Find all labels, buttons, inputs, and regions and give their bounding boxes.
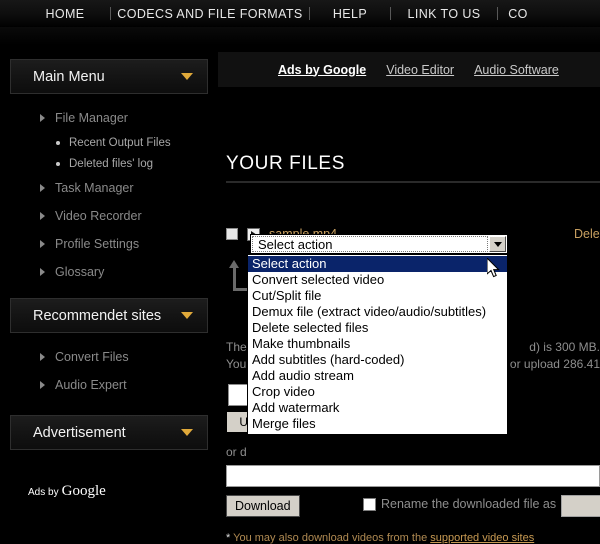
file-delete-link[interactable]: Delete: [574, 227, 600, 241]
page-title: YOUR FILES: [226, 153, 345, 174]
option-crop-video[interactable]: Crop video: [248, 384, 507, 400]
sidebar-panel-title: Advertisement: [33, 424, 126, 441]
sidebar-panel-header-recommended-sites[interactable]: Recommendet sites: [10, 298, 208, 333]
google-ads-bar: Ads by Google Video Editor Audio Softwar…: [218, 52, 600, 87]
chevron-right-icon: [40, 353, 45, 361]
rename-checkbox[interactable]: [363, 498, 376, 511]
footnote-text: You may also download videos from the: [233, 532, 431, 544]
sidebar-item-label: Task Manager: [55, 181, 134, 195]
sidebar-item-label: Glossary: [55, 265, 105, 279]
nav-item-home[interactable]: HOME: [20, 0, 110, 27]
supported-video-sites-link[interactable]: supported video sites: [430, 532, 534, 544]
chevron-right-icon: [40, 268, 45, 276]
option-delete-selected-files[interactable]: Delete selected files: [248, 320, 507, 336]
video-url-input[interactable]: [226, 465, 600, 487]
option-add-audio-stream[interactable]: Add audio stream: [248, 368, 507, 384]
footnote-asterisk: *: [226, 532, 231, 544]
title-divider: [226, 181, 600, 183]
sidebar-item-convert-files[interactable]: Convert Files: [0, 343, 218, 371]
sidebar-subitem-recent-output-files[interactable]: Recent Output Files: [0, 132, 218, 153]
nav-item-link-to-us[interactable]: LINK TO US: [391, 0, 497, 27]
nav-shadow: [0, 27, 600, 45]
sidebar-item-label: Profile Settings: [55, 237, 140, 251]
chevron-right-icon: [40, 114, 45, 122]
sidebar-menu-main: File Manager Recent Output Files Deleted…: [0, 104, 218, 286]
chevron-right-icon: [40, 212, 45, 220]
sidebar-panel-header-advertisement[interactable]: Advertisement: [10, 415, 208, 450]
file-select-checkbox[interactable]: [226, 228, 238, 240]
sidebar-item-glossary[interactable]: Glossary: [0, 258, 218, 286]
sidebar-item-label: File Manager: [55, 111, 128, 125]
bullet-icon: [56, 161, 60, 166]
chevron-right-icon: [40, 381, 45, 389]
ads-by-label: Ads by: [28, 487, 59, 498]
action-select-value[interactable]: Select action: [252, 236, 488, 252]
nav-item-help[interactable]: HELP: [310, 0, 390, 27]
sidebar-panel-header-main-menu[interactable]: Main Menu: [10, 59, 208, 94]
ad-link-ads-by-google[interactable]: Ads by Google: [278, 63, 366, 77]
sidebar-item-label: Convert Files: [55, 350, 129, 364]
sidebar-menu-recommended: Convert Files Audio Expert: [0, 343, 218, 399]
rename-input[interactable]: [561, 495, 600, 517]
sidebar-item-label: Audio Expert: [55, 378, 127, 392]
nav-item-contact[interactable]: CO: [498, 0, 538, 27]
or-download-label: or d: [226, 445, 247, 459]
sidebar-subitem-label: Deleted files' log: [69, 157, 154, 170]
ad-link-video-editor[interactable]: Video Editor: [386, 63, 454, 77]
rename-label: Rename the downloaded file as: [381, 497, 557, 511]
sidebar: Main Menu File Manager Recent Output Fil…: [0, 45, 218, 511]
chevron-right-icon: [40, 240, 45, 248]
chevron-down-icon[interactable]: [181, 73, 193, 80]
sidebar-panel-title: Recommendet sites: [33, 307, 162, 324]
sidebar-subitem-deleted-files-log[interactable]: Deleted files' log: [0, 153, 218, 174]
upload-info-line-2-right: or upload 286.41: [509, 357, 600, 371]
bullet-icon: [56, 140, 60, 145]
action-select[interactable]: Select action: [250, 234, 508, 254]
sidebar-item-audio-expert[interactable]: Audio Expert: [0, 371, 218, 399]
google-wordmark: Google: [61, 483, 106, 499]
chevron-down-icon[interactable]: [489, 236, 506, 252]
sidebar-subitem-label: Recent Output Files: [69, 136, 171, 149]
option-cut-split-file[interactable]: Cut/Split file: [248, 288, 507, 304]
sidebar-item-task-manager[interactable]: Task Manager: [0, 174, 218, 202]
option-demux-file[interactable]: Demux file (extract video/audio/subtitle…: [248, 304, 507, 320]
sidebar-item-file-manager[interactable]: File Manager: [0, 104, 218, 132]
footnote: * You may also download videos from the …: [226, 532, 534, 544]
chevron-right-icon: [40, 184, 45, 192]
chevron-down-icon[interactable]: [181, 429, 193, 436]
chevron-down-icon[interactable]: [181, 312, 193, 319]
option-add-subtitles[interactable]: Add subtitles (hard-coded): [248, 352, 507, 368]
option-add-watermark[interactable]: Add watermark: [248, 400, 507, 416]
download-button[interactable]: Download: [226, 495, 300, 517]
sidebar-item-profile-settings[interactable]: Profile Settings: [0, 230, 218, 258]
upload-info-line-1-right: d) is 300 MB.: [529, 340, 600, 354]
nav-item-codecs-and-file-formats[interactable]: CODECS AND FILE FORMATS: [111, 0, 309, 27]
sidebar-item-label: Video Recorder: [55, 209, 142, 223]
option-convert-selected-video[interactable]: Convert selected video: [248, 272, 507, 288]
ad-link-audio-software[interactable]: Audio Software: [474, 63, 559, 77]
upload-info-line-1-left: The: [226, 340, 247, 354]
option-select-action[interactable]: Select action: [248, 256, 507, 272]
sidebar-item-video-recorder[interactable]: Video Recorder: [0, 202, 218, 230]
sidebar-ads-by-google: Ads by Google: [28, 483, 106, 500]
option-make-thumbnails[interactable]: Make thumbnails: [248, 336, 507, 352]
action-select-dropdown[interactable]: Select action Convert selected video Cut…: [247, 254, 508, 435]
top-navigation-bar: HOME CODECS AND FILE FORMATS HELP LINK T…: [0, 0, 600, 27]
upload-info-line-2-left: You: [226, 357, 247, 371]
option-merge-files[interactable]: Merge files: [248, 416, 507, 432]
sidebar-panel-title: Main Menu: [33, 68, 105, 85]
